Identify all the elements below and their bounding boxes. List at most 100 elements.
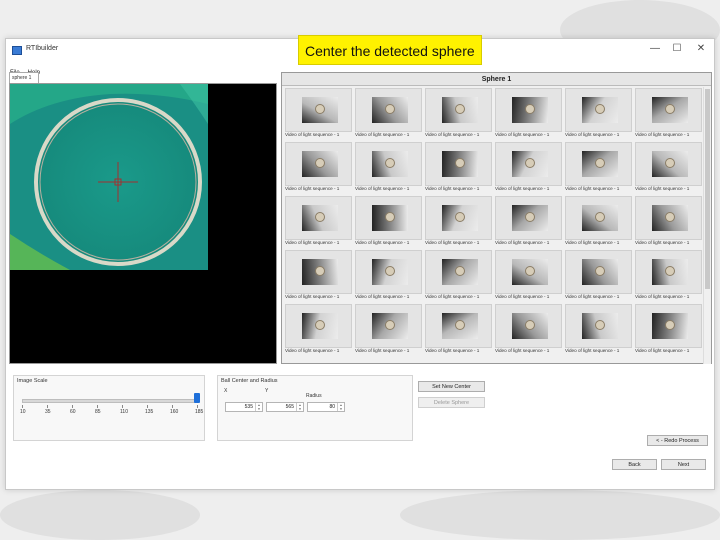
thumbnail-item[interactable]: Video of light sequence - 1 <box>425 250 492 302</box>
thumbnail-coin <box>665 158 675 168</box>
thumbnail-image[interactable] <box>425 304 492 348</box>
thumbnail-item[interactable]: Video of light sequence - 1 <box>355 88 422 140</box>
set-new-center-button[interactable]: Set New Center <box>418 381 485 392</box>
thumbnail-coin <box>385 212 395 222</box>
thumbnail-image[interactable] <box>565 142 632 186</box>
thumbnail-image[interactable] <box>495 88 562 132</box>
thumbnail-image[interactable] <box>635 142 702 186</box>
thumbnail-photo <box>582 205 618 231</box>
thumbnail-image[interactable] <box>355 196 422 240</box>
y-spinner-arrows-icon[interactable]: ▲ ▼ <box>296 403 303 411</box>
thumbnail-item[interactable]: Video of light sequence - 1 <box>635 304 702 356</box>
instruction-caption: Center the detected sphere <box>298 35 482 65</box>
thumbnail-image[interactable] <box>495 196 562 240</box>
y-spinner[interactable]: 565 ▲ ▼ <box>266 402 304 412</box>
thumbnail-image[interactable] <box>285 250 352 294</box>
thumbnail-photo <box>652 259 688 285</box>
thumbnail-image[interactable] <box>285 88 352 132</box>
thumbnail-item[interactable]: Video of light sequence - 1 <box>635 250 702 302</box>
thumbnail-image[interactable] <box>285 196 352 240</box>
thumbnail-image[interactable] <box>425 142 492 186</box>
scrollbar-thumb[interactable] <box>705 89 710 289</box>
controls-area: Image Scale 10 35 60 85 110 135 160 185 Ball Ce… <box>6 369 714 491</box>
image-scale-knob[interactable] <box>194 393 200 403</box>
thumbnail-scrollbar[interactable] <box>703 87 711 364</box>
thumbnail-coin <box>525 104 535 114</box>
maximize-icon[interactable]: ☐ <box>668 42 686 56</box>
thumbnail-item[interactable]: Video of light sequence - 1 <box>285 250 352 302</box>
thumbnail-item[interactable]: Video of light sequence - 1 <box>495 304 562 356</box>
thumbnail-item[interactable]: Video of light sequence - 1 <box>425 88 492 140</box>
thumbnail-image[interactable] <box>285 142 352 186</box>
thumbnail-coin <box>315 266 325 276</box>
thumbnail-item[interactable]: Video of light sequence - 1 <box>425 304 492 356</box>
thumbnail-coin <box>525 158 535 168</box>
thumbnail-item[interactable]: Video of light sequence - 1 <box>635 88 702 140</box>
thumbnail-label: Video of light sequence - 1 <box>355 348 410 353</box>
thumbnail-image[interactable] <box>355 142 422 186</box>
radius-spinner-arrows-icon[interactable]: ▲ ▼ <box>337 403 344 411</box>
thumbnail-photo <box>512 259 548 285</box>
thumbnail-item[interactable]: Video of light sequence - 1 <box>635 196 702 248</box>
thumbnail-image[interactable] <box>635 250 702 294</box>
thumbnail-coin <box>595 104 605 114</box>
thumbnail-item[interactable]: Video of light sequence - 1 <box>565 88 632 140</box>
thumbnail-image[interactable] <box>495 250 562 294</box>
thumbnail-item[interactable]: Video of light sequence - 1 <box>495 250 562 302</box>
thumbnail-image[interactable] <box>565 250 632 294</box>
image-scale-track[interactable] <box>22 399 197 403</box>
thumbnail-label: Video of light sequence - 1 <box>565 294 620 299</box>
thumbnail-image[interactable] <box>425 250 492 294</box>
delete-sphere-button[interactable]: Delete Sphere <box>418 397 485 408</box>
thumbnail-label: Video of light sequence - 1 <box>495 240 550 245</box>
close-icon[interactable]: ✕ <box>692 42 710 56</box>
radius-spinner[interactable]: 80 ▲ ▼ <box>307 402 345 412</box>
sphere-image[interactable] <box>10 84 276 363</box>
thumbnail-item[interactable]: Video of light sequence - 1 <box>355 304 422 356</box>
thumbnail-item[interactable]: Video of light sequence - 1 <box>495 196 562 248</box>
tab-sphere-1[interactable]: sphere 1 <box>9 72 39 83</box>
back-button[interactable]: Back <box>612 459 657 470</box>
thumbnail-item[interactable]: Video of light sequence - 1 <box>495 142 562 194</box>
thumbnail-image[interactable] <box>425 196 492 240</box>
minimize-icon[interactable]: — <box>646 42 664 56</box>
x-spinner-arrows-icon[interactable]: ▲ ▼ <box>255 403 262 411</box>
thumbnail-item[interactable]: Video of light sequence - 1 <box>285 304 352 356</box>
thumbnail-item[interactable]: Video of light sequence - 1 <box>565 142 632 194</box>
thumbnail-item[interactable]: Video of light sequence - 1 <box>285 88 352 140</box>
thumbnail-image[interactable] <box>495 304 562 348</box>
thumbnail-image[interactable] <box>635 304 702 348</box>
thumbnail-item[interactable]: Video of light sequence - 1 <box>635 142 702 194</box>
thumbnail-image[interactable] <box>565 304 632 348</box>
thumbnail-label: Video of light sequence - 1 <box>285 132 340 137</box>
thumbnail-image[interactable] <box>285 304 352 348</box>
thumbnail-item[interactable]: Video of light sequence - 1 <box>285 196 352 248</box>
thumbnail-image[interactable] <box>565 88 632 132</box>
thumbnail-item[interactable]: Video of light sequence - 1 <box>285 142 352 194</box>
sphere-preview-pane[interactable] <box>9 83 277 364</box>
thumbnail-item[interactable]: Video of light sequence - 1 <box>355 250 422 302</box>
thumbnail-item[interactable]: Video of light sequence - 1 <box>565 304 632 356</box>
thumbnail-image[interactable] <box>635 196 702 240</box>
thumbnail-image[interactable] <box>565 196 632 240</box>
thumbnail-image[interactable] <box>635 88 702 132</box>
thumbnail-image[interactable] <box>495 142 562 186</box>
thumbnail-item[interactable]: Video of light sequence - 1 <box>355 142 422 194</box>
redo-process-button[interactable]: < - Redo Process <box>647 435 708 446</box>
thumbnail-image[interactable] <box>425 88 492 132</box>
thumbnail-image[interactable] <box>355 304 422 348</box>
thumbnail-label: Video of light sequence - 1 <box>635 240 690 245</box>
thumbnail-item[interactable]: Video of light sequence - 1 <box>565 196 632 248</box>
thumbnail-label: Video of light sequence - 1 <box>425 294 480 299</box>
thumbnail-image[interactable] <box>355 88 422 132</box>
thumbnail-item[interactable]: Video of light sequence - 1 <box>495 88 562 140</box>
thumbnail-item[interactable]: Video of light sequence - 1 <box>425 142 492 194</box>
thumbnail-item[interactable]: Video of light sequence - 1 <box>355 196 422 248</box>
thumbnail-item[interactable]: Video of light sequence - 1 <box>565 250 632 302</box>
thumbnail-label: Video of light sequence - 1 <box>495 186 550 191</box>
x-spinner[interactable]: 535 ▲ ▼ <box>225 402 263 412</box>
thumbnail-photo <box>582 313 618 339</box>
thumbnail-image[interactable] <box>355 250 422 294</box>
thumbnail-item[interactable]: Video of light sequence - 1 <box>425 196 492 248</box>
next-button[interactable]: Next <box>661 459 706 470</box>
